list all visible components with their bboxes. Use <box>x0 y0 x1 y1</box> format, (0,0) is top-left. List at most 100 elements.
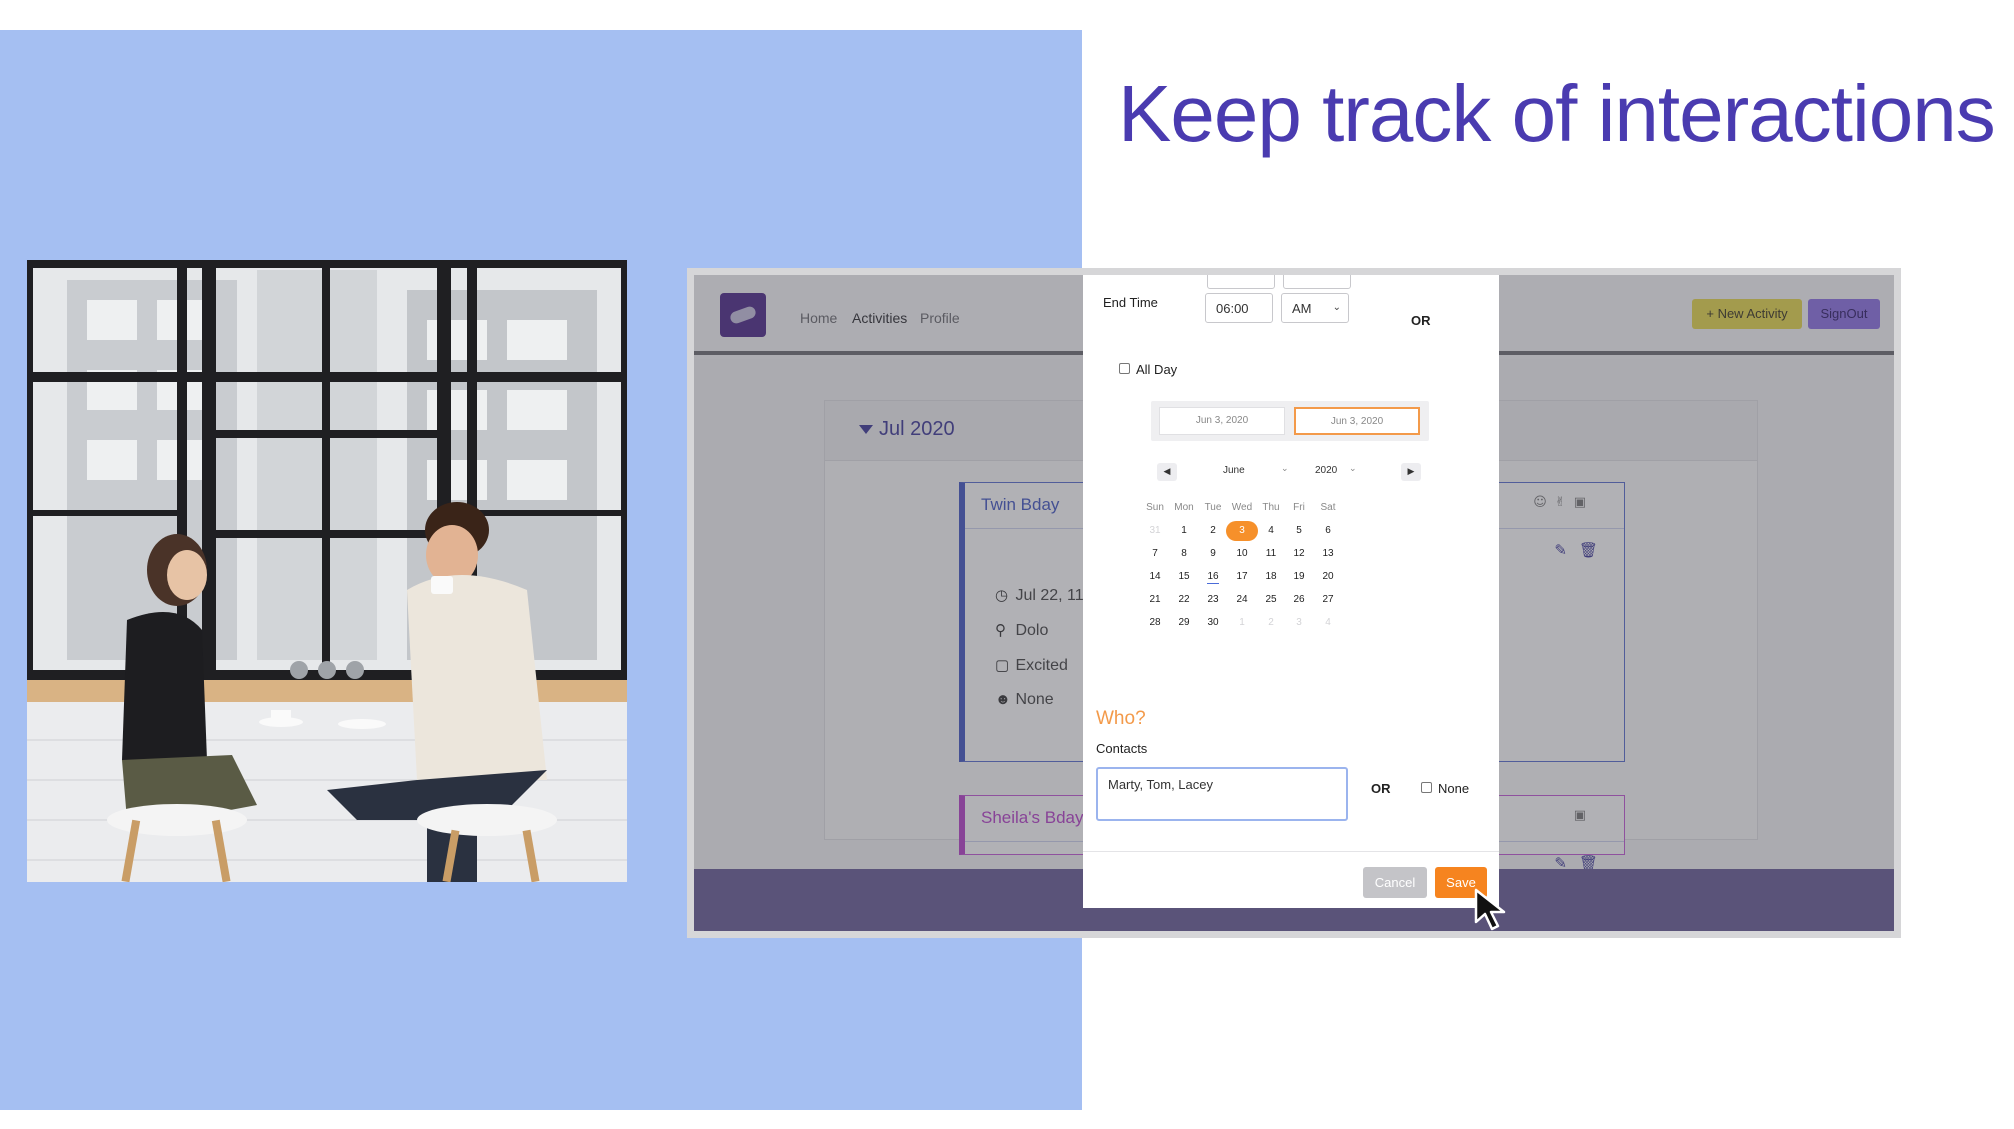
end-date-input[interactable]: Jun 3, 2020 <box>1294 407 1420 435</box>
calendar-day[interactable]: 31 <box>1139 521 1171 541</box>
calendar-day[interactable]: 13 <box>1312 544 1344 564</box>
calendar-day[interactable]: 15 <box>1168 567 1200 587</box>
calendar-weekday: Tue <box>1204 502 1222 513</box>
calendar-day-number: 18 <box>1265 571 1277 582</box>
calendar-day-number: 25 <box>1265 594 1277 605</box>
none-checkbox[interactable] <box>1421 782 1432 793</box>
calendar-day[interactable]: 7 <box>1139 544 1171 564</box>
calendar-day-number: 11 <box>1265 548 1277 559</box>
calendar-day-number: 13 <box>1322 548 1334 559</box>
calendar-day[interactable]: 6 <box>1312 521 1344 541</box>
calendar-weekday: Thu <box>1262 502 1280 513</box>
calendar-day[interactable]: 12 <box>1283 544 1315 564</box>
calendar-day-number: 19 <box>1293 571 1305 582</box>
calendar-weekday: Sun <box>1146 502 1164 513</box>
calendar-day-number: 2 <box>1210 525 1216 536</box>
chevron-down-icon: ⌄ <box>1281 464 1289 474</box>
start-date-input[interactable]: Jun 3, 2020 <box>1159 407 1285 435</box>
calendar-day[interactable]: 1 <box>1168 521 1200 541</box>
prev-month-button[interactable]: ◀ <box>1157 463 1177 481</box>
calendar-day-number: 22 <box>1178 594 1190 605</box>
calendar-day-number: 30 <box>1207 617 1219 628</box>
calendar-day[interactable]: 1 <box>1226 613 1258 633</box>
contacts-label: Contacts <box>1096 741 1148 756</box>
calendar-day[interactable]: 5 <box>1283 521 1315 541</box>
calendar-day[interactable]: 23 <box>1197 590 1229 610</box>
app-window: Home Activities Profile + New Activity S… <box>694 275 1894 931</box>
calendar-day-number: 23 <box>1207 594 1219 605</box>
cancel-button[interactable]: Cancel <box>1363 867 1427 898</box>
calendar-day[interactable]: 19 <box>1283 567 1315 587</box>
calendar-day[interactable]: 17 <box>1226 567 1258 587</box>
date-range-picker: Jun 3, 2020 Jun 3, 2020 <box>1151 401 1429 441</box>
calendar-day[interactable]: 4 <box>1312 613 1344 633</box>
who-heading: Who? <box>1096 708 1146 729</box>
calendar-day-number: 20 <box>1322 571 1334 582</box>
mouse-cursor-icon <box>1474 888 1506 931</box>
calendar-day-number: 17 <box>1236 571 1248 582</box>
calendar-day-number: 26 <box>1293 594 1305 605</box>
next-month-button[interactable]: ▶ <box>1401 463 1421 481</box>
calendar-day[interactable]: 20 <box>1312 567 1344 587</box>
calendar-day-number: 1 <box>1181 525 1187 536</box>
all-day-label: All Day <box>1136 362 1178 377</box>
calendar-day-number: 1 <box>1239 617 1245 628</box>
calendar-day-number: 3 <box>1296 617 1302 628</box>
calendar-day[interactable]: 26 <box>1283 590 1315 610</box>
end-ampm-select[interactable]: AM ⌄ <box>1281 293 1349 323</box>
start-time-input[interactable] <box>1207 275 1275 289</box>
calendar-day-number: 21 <box>1149 594 1161 605</box>
calendar-day-number: 24 <box>1236 594 1248 605</box>
calendar-day-number: 6 <box>1325 525 1331 536</box>
calendar-day[interactable]: 9 <box>1197 544 1229 564</box>
end-time-label: End Time <box>1103 295 1158 310</box>
calendar-day-number: 4 <box>1268 525 1274 536</box>
calendar-weekday: Wed <box>1231 502 1253 513</box>
calendar-day[interactable]: 27 <box>1312 590 1344 610</box>
slide: Keep track of interactions Home Activiti… <box>0 0 2014 1129</box>
or-label: OR <box>1411 313 1431 328</box>
calendar-day-number: 28 <box>1149 617 1161 628</box>
calendar-day[interactable]: 14 <box>1139 567 1171 587</box>
or-label: OR <box>1371 781 1391 796</box>
people-coffee-photo <box>27 260 627 882</box>
activity-modal: End Time 06:00 AM ⌄ OR All Day Jun 3, 20… <box>1083 275 1499 908</box>
calendar-day-number: 29 <box>1178 617 1190 628</box>
calendar-day-number: 12 <box>1293 548 1305 559</box>
calendar-day[interactable]: 30 <box>1197 613 1229 633</box>
calendar-day[interactable]: 21 <box>1139 590 1171 610</box>
calendar-day[interactable]: 2 <box>1197 521 1229 541</box>
calendar-day[interactable]: 3 <box>1226 521 1258 541</box>
calendar-day[interactable]: 8 <box>1168 544 1200 564</box>
start-ampm-select[interactable] <box>1283 275 1351 289</box>
calendar-day-number: 7 <box>1152 548 1158 559</box>
calendar-day-number: 4 <box>1325 617 1331 628</box>
month-select[interactable]: June <box>1223 465 1245 476</box>
chevron-down-icon: ⌄ <box>1349 464 1357 474</box>
end-time-input[interactable]: 06:00 <box>1205 293 1273 323</box>
calendar-weekday: Fri <box>1293 502 1305 513</box>
calendar-day[interactable]: 28 <box>1139 613 1171 633</box>
end-ampm-value: AM <box>1292 301 1312 316</box>
calendar-day-number: 8 <box>1181 548 1187 559</box>
slide-headline: Keep track of interactions <box>1118 69 1996 158</box>
calendar-day[interactable]: 22 <box>1168 590 1200 610</box>
calendar-weekday: Sat <box>1320 502 1336 513</box>
calendar-day-number: 5 <box>1296 525 1302 536</box>
calendar-day[interactable]: 16 <box>1197 567 1229 587</box>
calendar-day[interactable]: 29 <box>1168 613 1200 633</box>
calendar-day-number: 16 <box>1207 571 1219 584</box>
calendar-weekday: Mon <box>1174 502 1194 513</box>
contacts-textarea[interactable]: Marty, Tom, Lacey <box>1096 767 1348 821</box>
calendar-day[interactable]: 3 <box>1283 613 1315 633</box>
calendar-day[interactable]: 10 <box>1226 544 1258 564</box>
calendar-day-number: 15 <box>1178 571 1190 582</box>
calendar-day[interactable]: 24 <box>1226 590 1258 610</box>
modal-divider <box>1083 851 1499 852</box>
calendar-day-number: 2 <box>1268 617 1274 628</box>
year-select[interactable]: 2020 <box>1315 465 1337 476</box>
calendar-day-number: 10 <box>1236 548 1248 559</box>
all-day-checkbox[interactable] <box>1119 363 1130 374</box>
calendar-day-number: 14 <box>1149 571 1161 582</box>
chevron-down-icon: ⌄ <box>1332 302 1341 313</box>
